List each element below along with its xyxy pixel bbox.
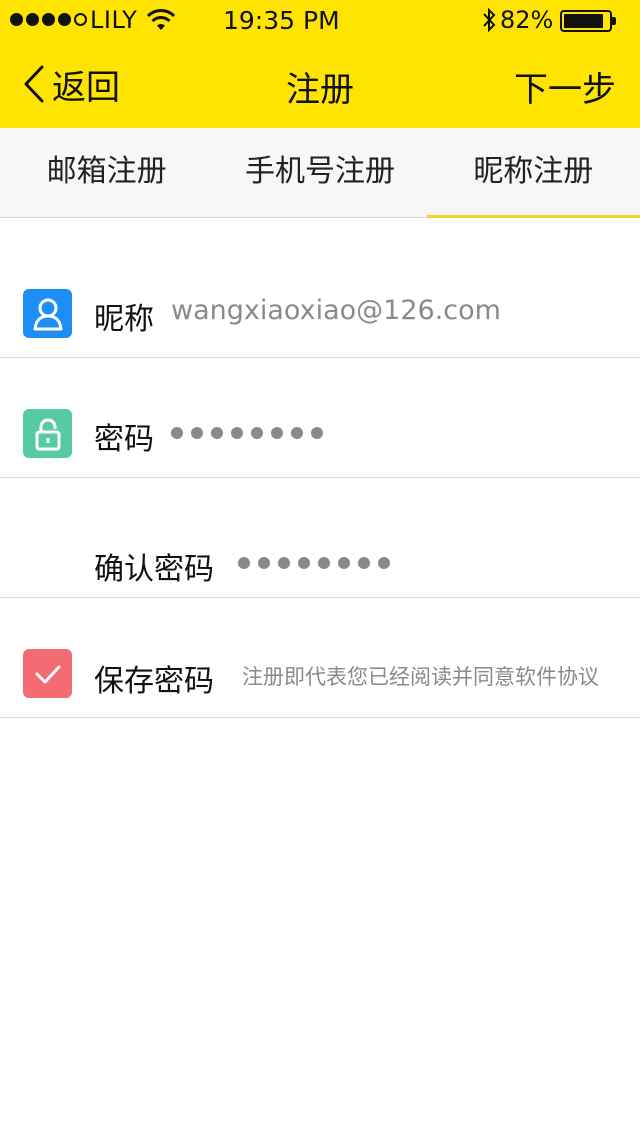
back-button[interactable]: 返回 (22, 60, 120, 108)
status-bar: LILY 19:35 PM 82% (0, 0, 640, 40)
lock-icon (23, 409, 72, 458)
nickname-row: 昵称 wangxiaoxiao@126.com (0, 238, 640, 358)
bluetooth-icon (483, 7, 496, 33)
tab-nickname-register[interactable]: 昵称注册 (426, 128, 640, 218)
signal-strength-icon (10, 13, 87, 26)
password-row: 密码 (0, 358, 640, 478)
battery-percent: 82% (500, 6, 554, 34)
navigation-bar: 返回 注册 下一步 (0, 40, 640, 128)
carrier-name: LILY (90, 6, 138, 34)
nickname-label: 昵称 (94, 302, 154, 337)
save-password-row: 保存密码 注册即代表您已经阅读并同意软件协议 (0, 598, 640, 718)
nickname-input[interactable]: wangxiaoxiao@126.com (171, 295, 501, 326)
confirm-password-row: 确认密码 (0, 478, 640, 598)
password-input[interactable] (171, 427, 323, 439)
header: LILY 19:35 PM 82% 返回 注册 下一步 (0, 0, 640, 128)
tab-phone-register[interactable]: 手机号注册 (213, 128, 426, 217)
tab-email-register[interactable]: 邮箱注册 (0, 128, 213, 217)
clock: 19:35 PM (223, 6, 340, 35)
checkbox-check-icon (35, 665, 60, 683)
back-label: 返回 (52, 67, 120, 108)
confirm-password-input[interactable] (238, 557, 390, 569)
wifi-icon (146, 9, 176, 30)
save-password-label: 保存密码 (94, 664, 214, 699)
confirm-password-label: 确认密码 (94, 552, 214, 587)
battery-icon (560, 10, 616, 32)
chevron-left-icon (24, 65, 44, 103)
next-step-button[interactable]: 下一步 (514, 62, 616, 111)
terms-link[interactable]: 注册即代表您已经阅读并同意软件协议 (242, 661, 599, 691)
user-icon (23, 289, 72, 338)
save-password-checkbox[interactable] (23, 649, 72, 698)
password-label: 密码 (94, 422, 154, 457)
register-tabs: 邮箱注册 手机号注册 昵称注册 (0, 128, 640, 218)
